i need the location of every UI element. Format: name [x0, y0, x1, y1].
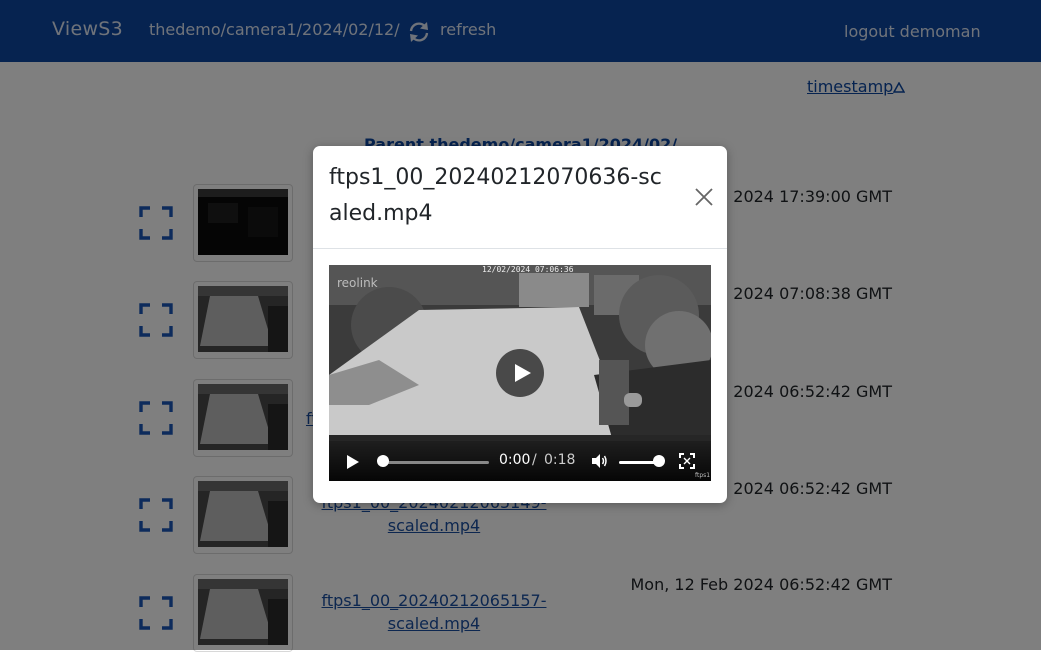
- modal-title: ftps1_00_20240212070636-scaled.mp4: [329, 165, 662, 226]
- fullscreen-icon[interactable]: [679, 453, 695, 469]
- volume-icon[interactable]: [590, 452, 608, 470]
- time-separator: /: [532, 452, 537, 468]
- volume-handle[interactable]: [653, 455, 665, 467]
- play-icon: [515, 364, 531, 382]
- video-timestamp-overlay: 12/02/2024 07:06:36: [482, 265, 574, 274]
- video-modal: ftps1_00_20240212070636-scaled.mp4 12/02…: [313, 146, 727, 503]
- seek-handle[interactable]: [377, 455, 389, 467]
- video-logo: reolink: [337, 276, 378, 290]
- duration: 0:18: [544, 452, 576, 468]
- video-controls: 0:00 / 0:18: [329, 441, 711, 481]
- video-player[interactable]: 12/02/2024 07:06:36 reolink 0:00 / 0:18: [329, 265, 711, 481]
- current-time: 0:00: [499, 452, 531, 468]
- video-corner-text: ftps1: [695, 472, 711, 479]
- play-icon[interactable]: [343, 453, 361, 471]
- seek-bar[interactable]: [379, 461, 489, 464]
- modal-divider: [313, 248, 727, 249]
- close-icon[interactable]: [693, 186, 715, 208]
- big-play-button[interactable]: [496, 349, 544, 397]
